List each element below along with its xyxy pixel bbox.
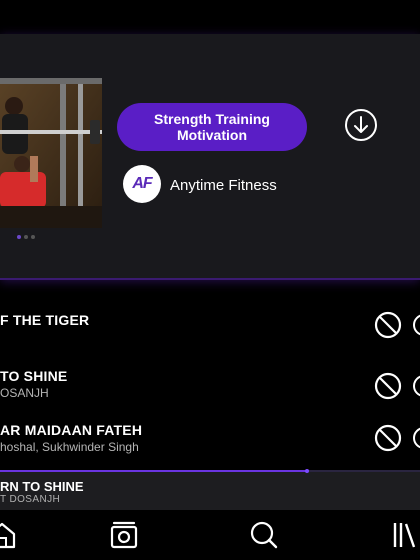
bottom-nav xyxy=(0,510,420,560)
more-options-icon[interactable] xyxy=(412,374,420,398)
status-strip xyxy=(0,0,420,34)
playlist-card: Strength Training Motivation AF Anytime … xyxy=(0,34,420,280)
track-title: AR MAIDAAN FATEH xyxy=(0,422,143,438)
playlist-tag-pill[interactable]: Strength Training Motivation xyxy=(117,103,307,151)
collection-icon[interactable] xyxy=(392,519,420,551)
track-title: F THE TIGER xyxy=(0,312,90,328)
block-icon[interactable] xyxy=(374,372,402,400)
playlist-tag-label: Strength Training Motivation xyxy=(154,111,270,143)
playback-progress-bar[interactable] xyxy=(0,469,420,473)
playlist-thumbnail[interactable] xyxy=(0,78,102,228)
brand-name[interactable]: Anytime Fitness xyxy=(170,177,277,194)
carousel-pager xyxy=(17,235,35,239)
download-circle-icon[interactable] xyxy=(344,108,378,142)
home-icon[interactable] xyxy=(0,519,18,551)
more-options-icon[interactable] xyxy=(412,426,420,450)
track-row[interactable]: F THE TIGER xyxy=(0,311,420,368)
playback-progress-fill xyxy=(0,470,307,472)
brand-logo-text: AF xyxy=(132,175,152,192)
library-icon[interactable] xyxy=(108,519,140,551)
pager-dot xyxy=(31,235,35,239)
track-row[interactable]: TO SHINE OSANJH xyxy=(0,368,420,424)
now-playing-artist: T DOSANJH xyxy=(0,494,61,505)
block-icon[interactable] xyxy=(374,311,402,339)
search-icon[interactable] xyxy=(248,519,280,551)
track-title: TO SHINE xyxy=(0,368,68,384)
now-playing-title: RN TO SHINE xyxy=(0,479,84,494)
pager-dot xyxy=(24,235,28,239)
mini-player[interactable]: RN TO SHINE T DOSANJH xyxy=(0,469,420,510)
brand-logo[interactable]: AF xyxy=(123,165,161,203)
block-icon[interactable] xyxy=(374,424,402,452)
playback-progress-knob[interactable] xyxy=(304,469,309,473)
pager-dot-active xyxy=(17,235,21,239)
track-artist: hoshal, Sukhwinder Singh xyxy=(0,440,139,454)
track-artist: OSANJH xyxy=(0,386,49,400)
more-options-icon[interactable] xyxy=(412,313,420,337)
